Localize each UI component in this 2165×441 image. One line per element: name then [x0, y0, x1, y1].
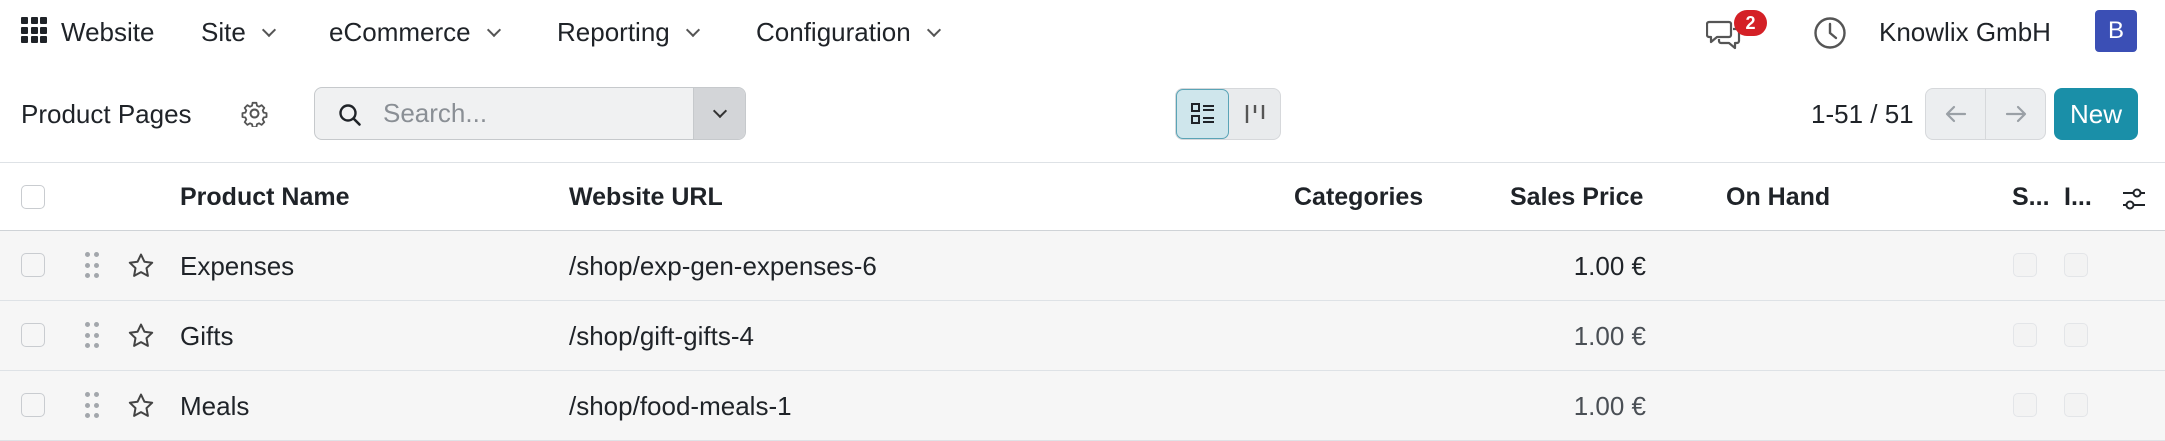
chevron-down-icon	[712, 103, 727, 119]
star-icon[interactable]	[127, 322, 155, 350]
pager-next-button[interactable]	[1986, 89, 2045, 139]
column-s-checkbox[interactable]	[2013, 323, 2037, 347]
search-options-toggle[interactable]	[693, 88, 745, 139]
pager-buttons	[1925, 88, 2046, 140]
product-name: Meals	[180, 391, 250, 421]
select-all-checkbox[interactable]	[21, 185, 45, 209]
table-header: Product Name Website URL Categories Sale…	[0, 163, 2165, 231]
column-on-hand[interactable]: On Hand	[1726, 183, 1830, 212]
column-website-url[interactable]: Website URL	[569, 183, 723, 212]
website-url: /shop/gift-gifts-4	[569, 321, 754, 351]
app-name[interactable]: Website	[61, 17, 154, 48]
website-url: /shop/exp-gen-expenses-6	[569, 251, 877, 281]
menu-configuration[interactable]: Configuration	[756, 17, 941, 48]
chevron-down-icon	[926, 22, 941, 37]
column-s-checkbox[interactable]	[2013, 253, 2037, 277]
optional-columns-icon[interactable]	[2121, 186, 2147, 212]
table-row[interactable]: Expenses /shop/exp-gen-expenses-6 1.00 €	[0, 231, 2165, 301]
pager-previous-button[interactable]	[1926, 89, 1986, 139]
column-product-name[interactable]: Product Name	[180, 183, 349, 212]
star-icon[interactable]	[127, 392, 155, 420]
new-button[interactable]: New	[2054, 88, 2138, 140]
column-s-checkbox[interactable]	[2013, 393, 2037, 417]
chevron-down-icon	[486, 22, 501, 37]
kanban-view-icon	[1245, 105, 1265, 123]
view-switcher	[1175, 88, 1281, 140]
drag-handle-icon[interactable]	[85, 322, 99, 350]
row-checkbox[interactable]	[21, 393, 45, 417]
menu-reporting[interactable]: Reporting	[557, 17, 700, 48]
menu-site[interactable]: Site	[201, 17, 276, 48]
table-row[interactable]: Gifts /shop/gift-gifts-4 1.00 €	[0, 301, 2165, 371]
star-icon[interactable]	[127, 252, 155, 280]
page-title[interactable]: Product Pages	[21, 99, 192, 130]
search-input[interactable]	[383, 88, 703, 139]
list-view-icon	[1190, 103, 1214, 124]
menu-ecommerce[interactable]: eCommerce	[329, 17, 501, 48]
apps-grid-icon[interactable]	[21, 17, 47, 43]
messages-count-badge[interactable]: 2	[1734, 10, 1767, 36]
row-checkbox[interactable]	[21, 253, 45, 277]
column-i-checkbox[interactable]	[2064, 393, 2088, 417]
chevron-down-icon	[685, 22, 700, 37]
column-i-checkbox[interactable]	[2064, 253, 2088, 277]
column-sales-price[interactable]: Sales Price	[1510, 183, 1643, 212]
sales-price: 1.00 €	[1573, 391, 1646, 421]
sales-price: 1.00 €	[1573, 251, 1646, 281]
arrow-right-icon	[2005, 105, 2027, 123]
clock-icon[interactable]	[1813, 16, 1847, 50]
arrow-left-icon	[1945, 105, 1966, 123]
drag-handle-icon[interactable]	[85, 252, 99, 280]
row-checkbox[interactable]	[21, 323, 45, 347]
kanban-view-button[interactable]	[1229, 89, 1281, 139]
company-switcher[interactable]: Knowlix GmbH	[1879, 17, 2051, 48]
product-name: Expenses	[180, 251, 295, 281]
drag-handle-icon[interactable]	[85, 392, 99, 420]
column-i[interactable]: I...	[2064, 183, 2092, 212]
list-view-button[interactable]	[1176, 89, 1229, 139]
column-s[interactable]: S...	[2012, 183, 2050, 212]
gear-icon[interactable]	[241, 100, 268, 127]
sales-price: 1.00 €	[1573, 321, 1646, 351]
column-categories[interactable]: Categories	[1294, 183, 1423, 212]
product-name: Gifts	[180, 321, 234, 351]
top-navbar: Website Site eCommerce Reporting Configu…	[0, 0, 2165, 64]
search-bar	[314, 87, 746, 140]
column-i-checkbox[interactable]	[2064, 323, 2088, 347]
table-row[interactable]: Meals /shop/food-meals-1 1.00 €	[0, 371, 2165, 441]
chevron-down-icon	[261, 22, 276, 37]
user-avatar[interactable]: B	[2095, 10, 2137, 52]
pager-value[interactable]: 1-51 / 51	[1811, 99, 1914, 130]
website-url: /shop/food-meals-1	[569, 391, 792, 421]
search-icon	[339, 104, 361, 126]
